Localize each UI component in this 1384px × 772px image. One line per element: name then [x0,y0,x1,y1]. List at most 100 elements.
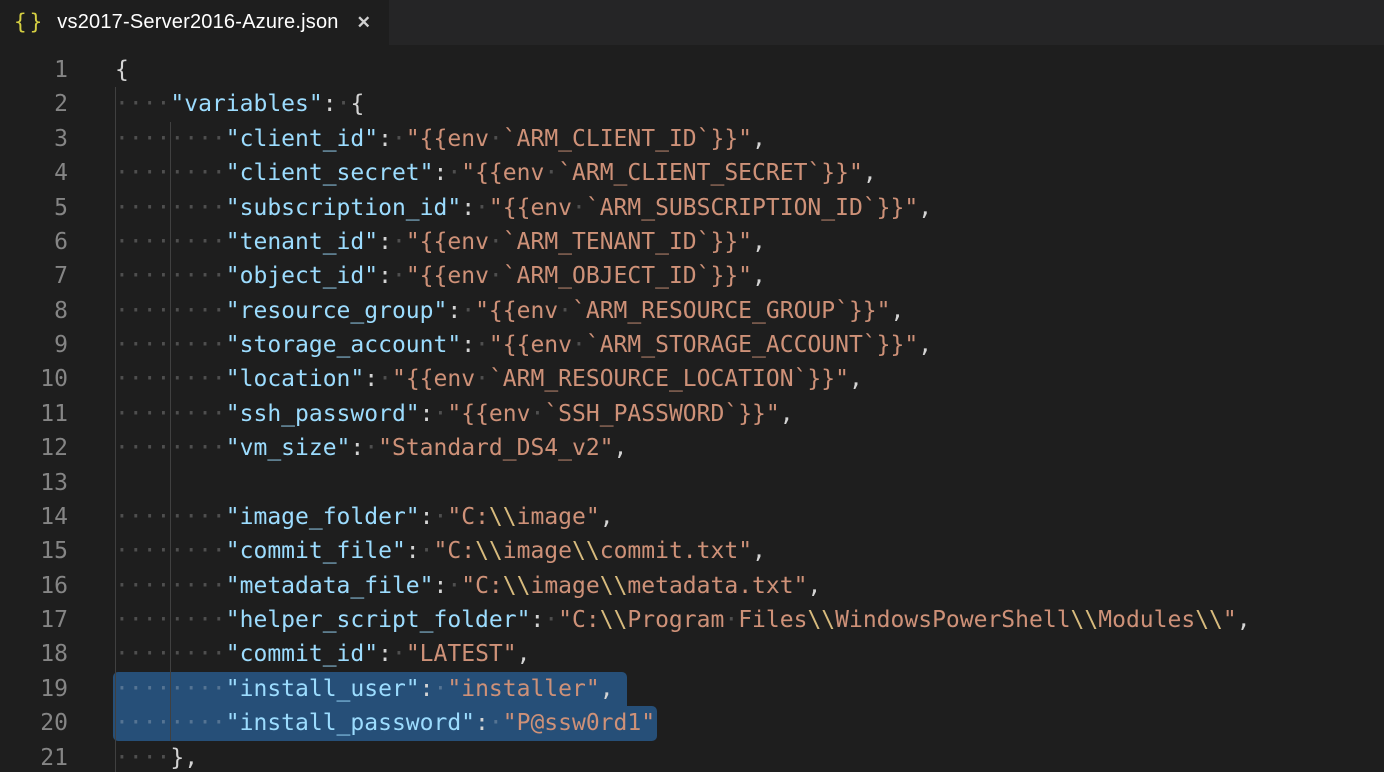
token-key: "commit_file" [226,538,406,564]
code-line[interactable]: 15········"commit_file":·"C:\\image\\com… [0,534,1384,568]
code-line[interactable]: 14········"image_folder":·"C:\\image", [0,500,1384,534]
line-number: 2 [0,87,68,121]
whitespace-dots: · [392,641,406,667]
token-str: " [1223,607,1237,633]
token-pun: , [780,401,794,427]
token-esc: \\ [1195,607,1223,633]
whitespace-dots: · [337,91,351,117]
tab-vs2017-server2016-azure-json[interactable]: {} vs2017-Server2016-Azure.json ✕ [0,0,389,45]
whitespace-dots: · [544,607,558,633]
token-pun: , [891,298,905,324]
token-key: "variables" [170,91,322,117]
token-pun: }, [170,745,198,771]
token-esc: \\ [503,573,531,599]
token-str: "{{env [392,366,475,392]
tab-bar: {} vs2017-Server2016-Azure.json ✕ [0,0,1384,45]
code-line[interactable]: 17········"helper_script_folder":·"C:\\P… [0,603,1384,637]
token-key: "helper_script_folder" [226,607,531,633]
token-key: "tenant_id" [226,229,378,255]
token-pun: : [475,710,489,736]
token-str: "{{env [489,332,572,358]
code-line[interactable]: 13 [0,466,1384,500]
token-pun: : [364,366,378,392]
whitespace-dots: · [489,710,503,736]
token-pun: , [863,160,877,186]
line-number: 5 [0,191,68,225]
code-line[interactable]: 7········"object_id":·"{{env·`ARM_OBJECT… [0,259,1384,293]
code-line[interactable]: 16········"metadata_file":·"C:\\image\\m… [0,569,1384,603]
code-line[interactable]: 2····"variables":·{ [0,87,1384,121]
token-key: "object_id" [226,263,378,289]
whitespace-dots: · [434,401,448,427]
whitespace-dots: · [378,366,392,392]
code-line[interactable]: 9········"storage_account":·"{{env·`ARM_… [0,328,1384,362]
code-area[interactable]: 1{2····"variables":·{3········"client_id… [0,45,1384,772]
token-pun: { [115,57,129,83]
token-str: `ARM_SUBSCRIPTION_ID`}}" [586,195,918,221]
token-str: image [503,538,572,564]
token-pun: : [420,504,434,530]
code-line-text: ········"commit_id":·"LATEST", [115,637,530,671]
line-number: 13 [0,466,68,500]
line-number: 21 [0,741,68,772]
line-number: 1 [0,53,68,87]
line-number: 9 [0,328,68,362]
token-esc: \\ [1071,607,1099,633]
token-pun: , [752,538,766,564]
code-line-text: ········"helper_script_folder":·"C:\\Pro… [115,603,1251,637]
tab-close-icon[interactable]: ✕ [357,14,371,31]
token-pun: : [447,298,461,324]
token-pun: : [434,573,448,599]
code-line[interactable]: 5········"subscription_id":·"{{env·`ARM_… [0,191,1384,225]
whitespace-dots: · [434,504,448,530]
whitespace-dots: ···· [115,91,170,117]
code-line-text: ········"metadata_file":·"C:\\image\\met… [115,569,821,603]
line-number: 20 [0,706,68,740]
token-str: `ARM_CLIENT_ID`}}" [503,126,752,152]
token-pun: , [600,504,614,530]
whitespace-dots: ···· [115,745,170,771]
token-pun: , [517,641,531,667]
code-line[interactable]: 18········"commit_id":·"LATEST", [0,637,1384,671]
token-key: "metadata_file" [226,573,434,599]
code-line[interactable]: 20········"install_password":·"P@ssw0rd1… [0,706,1384,740]
token-key: "location" [226,366,364,392]
code-line-text: ········"tenant_id":·"{{env·`ARM_TENANT_… [115,225,766,259]
indent-guide-level-2 [170,122,171,741]
token-pun: , [849,366,863,392]
code-line[interactable]: 4········"client_secret":·"{{env·`ARM_CL… [0,156,1384,190]
code-line-text: ········"client_secret":·"{{env·`ARM_CLI… [115,156,877,190]
token-key: "client_id" [226,126,378,152]
code-line[interactable]: 10········"location":·"{{env·`ARM_RESOUR… [0,362,1384,396]
token-pun: : [420,676,434,702]
token-str: image [530,573,599,599]
token-key: "storage_account" [226,332,461,358]
token-str: "C: [447,504,489,530]
code-line[interactable]: 11········"ssh_password":·"{{env·`SSH_PA… [0,397,1384,431]
whitespace-dots: · [489,229,503,255]
token-str: `ARM_RESOURCE_GROUP`}}" [572,298,891,324]
token-pun: , [752,126,766,152]
token-str: `ARM_RESOURCE_LOCATION`}}" [489,366,849,392]
whitespace-dots: · [420,538,434,564]
token-str: `SSH_PASSWORD`}}" [544,401,779,427]
token-pun: : [461,332,475,358]
token-str: `ARM_STORAGE_ACCOUNT`}}" [586,332,918,358]
token-str: `ARM_CLIENT_SECRET`}}" [558,160,863,186]
code-line[interactable]: 21 ····}, [0,741,1384,772]
line-number: 19 [0,672,68,706]
whitespace-dots: · [724,607,738,633]
code-line[interactable]: 1{ [0,53,1384,87]
token-pun: { [350,91,364,117]
code-line-text: ········"install_user":·"installer", [115,672,627,706]
token-key: "subscription_id" [226,195,461,221]
code-line-text: ········"object_id":·"{{env·`ARM_OBJECT_… [115,259,766,293]
code-line[interactable]: 8········"resource_group":·"{{env·`ARM_R… [0,294,1384,328]
code-line[interactable]: 19 ········"install_user":·"installer", [0,672,1384,706]
code-line[interactable]: 6········"tenant_id":·"{{env·`ARM_TENANT… [0,225,1384,259]
code-line[interactable]: 3········"client_id":·"{{env·`ARM_CLIENT… [0,122,1384,156]
token-str: Program [627,607,724,633]
token-esc: \\ [489,504,517,530]
token-pun: : [434,160,448,186]
code-line[interactable]: 12········"vm_size":·"Standard_DS4_v2", [0,431,1384,465]
